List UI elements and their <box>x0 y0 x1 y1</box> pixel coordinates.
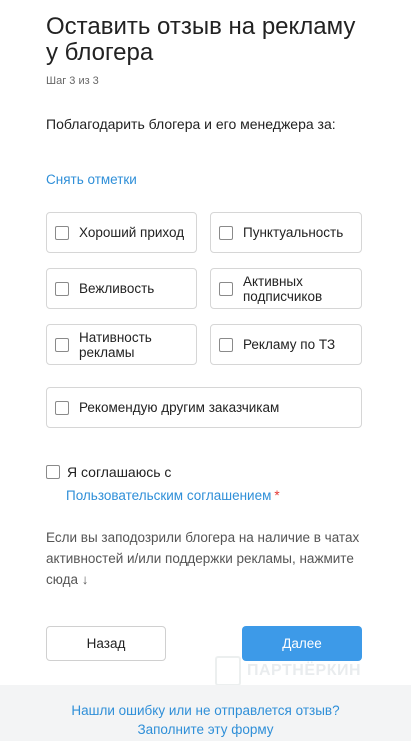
watermark-logo: ПАРТНЁРКИН <box>215 656 361 686</box>
feedback-form-link[interactable]: Заполните эту форму <box>0 719 411 741</box>
thanks-question: Поблагодарить блогера и его менеджера за… <box>46 116 336 132</box>
checkbox[interactable] <box>219 225 233 240</box>
option-label: Нативность рекламы <box>79 329 152 360</box>
checkbox[interactable] <box>55 400 69 415</box>
watermark-text: ПАРТНЁРКИН <box>247 662 362 679</box>
option-recommend[interactable]: Рекомендую другим заказчикам <box>46 387 362 428</box>
agreement-label: Я соглашаюсь с <box>67 464 172 480</box>
option-politeness[interactable]: Вежливость <box>46 268 197 309</box>
logo-icon <box>215 656 241 686</box>
report-blogger-link[interactable]: Если вы заподозрили блогера на наличие в… <box>46 527 366 590</box>
back-button[interactable]: Назад <box>46 626 166 661</box>
option-label: Рекомендую другим заказчикам <box>79 400 280 415</box>
clear-selection-link[interactable]: Снять отметки <box>46 172 137 187</box>
option-label: Пунктуальность <box>243 225 344 240</box>
required-mark: * <box>274 488 280 503</box>
user-agreement-link[interactable]: Пользовательским соглашением <box>66 488 271 503</box>
option-good-traffic[interactable]: Хороший приход <box>46 212 197 253</box>
checkbox[interactable] <box>55 337 69 352</box>
option-label: Вежливость <box>79 281 155 296</box>
arrow-down-icon: ↓ <box>81 572 89 587</box>
step-indicator: Шаг 3 из 3 <box>46 75 99 87</box>
agreement-block: Я соглашаюсь с Пользовательским соглашен… <box>46 464 366 503</box>
agreement-checkbox[interactable] <box>46 465 60 479</box>
checkbox[interactable] <box>219 337 233 352</box>
checkbox[interactable] <box>55 281 69 296</box>
page-title: Оставить отзыв на рекламу у блогера <box>46 13 356 66</box>
feedback-question-link[interactable]: Нашли ошибку или не отправлется отзыв? <box>0 702 411 719</box>
report-text: Если вы заподозрили блогера на наличие в… <box>46 530 360 587</box>
option-active-subscribers[interactable]: Активных подписчиков <box>210 268 362 309</box>
option-label: Активных подписчиков <box>243 273 323 304</box>
option-ads-per-brief[interactable]: Рекламу по ТЗ <box>210 324 362 365</box>
checkbox[interactable] <box>219 281 233 296</box>
feedback-footer: Нашли ошибку или не отправлется отзыв? З… <box>0 685 411 741</box>
option-label: Рекламу по ТЗ <box>243 337 336 352</box>
option-native-ads[interactable]: Нативность рекламы <box>46 324 197 365</box>
checkbox[interactable] <box>55 225 69 240</box>
option-punctuality[interactable]: Пунктуальность <box>210 212 362 253</box>
option-label: Хороший приход <box>79 225 185 240</box>
